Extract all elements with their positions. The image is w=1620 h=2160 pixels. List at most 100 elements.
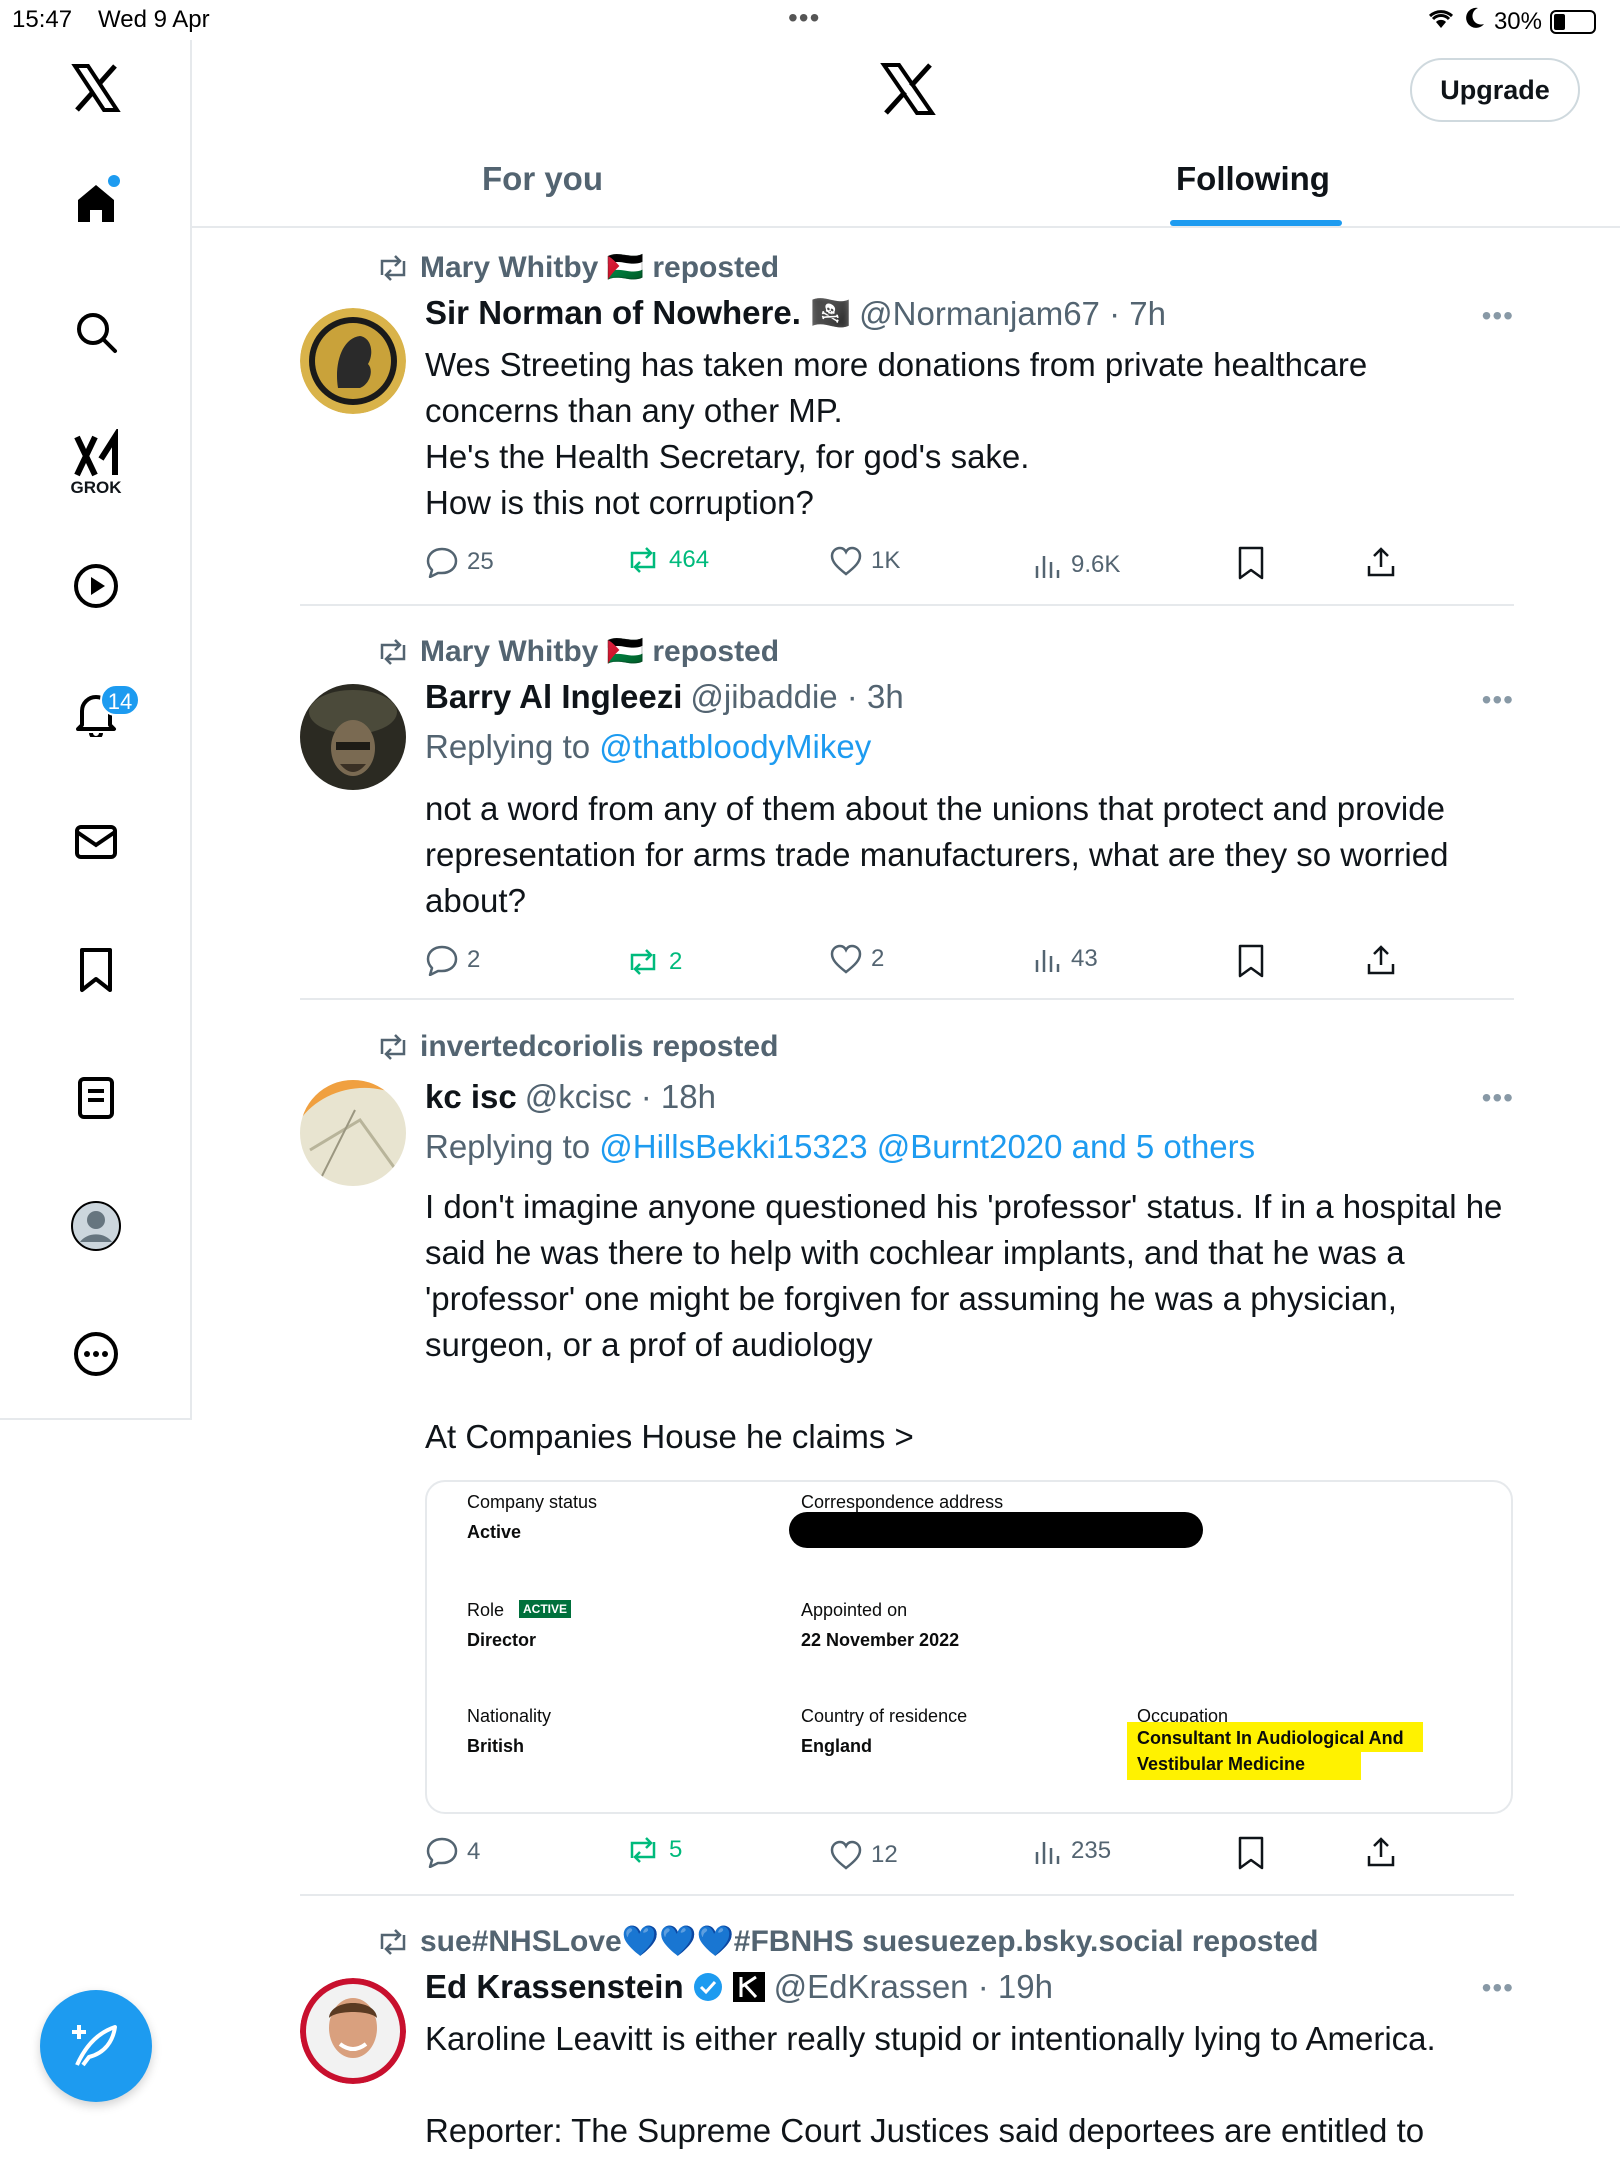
bookmark-icon: [1238, 546, 1264, 580]
tweet-text-line: Wes Streeting has taken more donations f…: [425, 346, 1368, 429]
more-options-icon[interactable]: [58, 1316, 134, 1392]
profile-avatar-icon[interactable]: [58, 1188, 134, 1264]
home-icon[interactable]: [58, 164, 134, 240]
share-button[interactable]: [1365, 546, 1397, 578]
reply-count: 2: [467, 946, 481, 973]
repost-icon: [380, 1034, 406, 1060]
tweet-text-line: At Companies House he claims >: [425, 1418, 914, 1455]
notifications-badge: 14: [100, 684, 140, 716]
tweet-1[interactable]: Mary Whitby 🇵🇸 reposted Sir Norman of No…: [300, 244, 1514, 606]
messages-envelope-icon[interactable]: [58, 804, 134, 880]
company-status-label: Company status: [467, 1492, 598, 1512]
share-button[interactable]: [1365, 944, 1397, 976]
reply-button[interactable]: 4: [425, 1836, 480, 1868]
multitasking-dots-icon[interactable]: •••: [788, 2, 820, 34]
bookmarks-icon[interactable]: [58, 932, 134, 1008]
search-icon[interactable]: [58, 294, 134, 370]
nationality-value: British: [467, 1736, 525, 1756]
author-name[interactable]: Ed Krassenstein: [425, 1968, 684, 2006]
author-handle[interactable]: @EdKrassen · 19h: [774, 1968, 1053, 2006]
more-menu-icon[interactable]: •••: [1482, 300, 1514, 332]
wifi-icon: [1426, 6, 1456, 37]
tweet-author[interactable]: Barry Al Ingleezi @jibaddie · 3h: [425, 678, 904, 716]
views-chart-icon: [1035, 1842, 1060, 1864]
tweet-3[interactable]: invertedcoriolis reposted kc isc @kcisc …: [300, 1024, 1514, 1896]
battery-icon: [1550, 9, 1596, 34]
upgrade-button[interactable]: Upgrade: [1410, 58, 1580, 122]
more-menu-icon[interactable]: •••: [1482, 1972, 1514, 2004]
redacted-address: [789, 1512, 1203, 1548]
timeline-header: Upgrade For you Following: [192, 40, 1620, 228]
author-handle[interactable]: @kcisc · 18h: [525, 1078, 716, 1116]
like-button[interactable]: 2: [829, 944, 884, 974]
bookmark-icon: [1238, 944, 1264, 978]
repost-button[interactable]: 464: [625, 546, 709, 574]
tab-following[interactable]: Following: [1176, 160, 1330, 198]
tweet-author[interactable]: Sir Norman of Nowhere. 🏴‍☠️ @Normanjam67…: [425, 294, 1166, 333]
tweet-text-line: not a word from any of them about the un…: [425, 790, 1449, 919]
repost-button[interactable]: 5: [625, 1836, 682, 1864]
tweet-text: Karoline Leavitt is either really stupid…: [425, 2016, 1510, 2154]
repost-attribution-text: Mary Whitby 🇵🇸 reposted: [420, 251, 780, 284]
compose-post-button[interactable]: [40, 1990, 152, 2102]
avatar[interactable]: [300, 1978, 406, 2084]
appointed-label: Appointed on: [801, 1600, 908, 1620]
lists-icon[interactable]: [58, 1060, 134, 1136]
tab-for-you[interactable]: For you: [482, 160, 603, 198]
replying-to: Replying to @thatbloodyMikey: [425, 728, 871, 766]
views-button[interactable]: 9.6K: [1033, 550, 1120, 580]
views-button[interactable]: 235: [1033, 1836, 1111, 1866]
author-name[interactable]: Sir Norman of Nowhere. 🏴‍☠️: [425, 294, 851, 333]
avatar[interactable]: [300, 1080, 406, 1186]
like-count: 1K: [871, 547, 901, 574]
like-count: 2: [871, 945, 885, 972]
repost-count: 464: [669, 546, 710, 573]
bookmark-button[interactable]: [1237, 944, 1265, 978]
status-time: 15:47: [12, 6, 73, 33]
bookmark-button[interactable]: [1237, 1836, 1265, 1870]
views-chart-icon: [1035, 950, 1060, 972]
tweet-text-line: How is this not corruption?: [425, 484, 814, 521]
affiliate-logo-icon: [732, 1972, 765, 2002]
status-bar: 15:47 Wed 9 Apr ••• 30%: [0, 0, 1620, 40]
repost-button[interactable]: 2: [625, 948, 682, 976]
company-status-value: Active: [467, 1522, 522, 1542]
tweet-actions: 25 464 1K 9.6K: [425, 546, 1425, 586]
x-logo-icon[interactable]: [58, 50, 134, 126]
reply-button[interactable]: 25: [425, 546, 494, 578]
reply-button[interactable]: 2: [425, 944, 480, 976]
tweet-author[interactable]: kc isc @kcisc · 18h: [425, 1078, 716, 1116]
more-menu-icon[interactable]: •••: [1482, 684, 1514, 716]
replying-to-link[interactable]: @HillsBekki15323 @Burnt2020 and 5 others: [599, 1128, 1255, 1165]
tweet-text-line: I don't imagine anyone questioned his 'p…: [425, 1188, 1503, 1363]
views-button[interactable]: 43: [1033, 944, 1098, 974]
bookmark-button[interactable]: [1237, 546, 1265, 580]
compose-feather-icon: [72, 2025, 117, 2067]
like-button[interactable]: 1K: [829, 546, 900, 576]
tweet-4[interactable]: sue#NHSLove💙💙💙#FBNHS suesuezep.bsky.soci…: [300, 1918, 1514, 2160]
author-handle[interactable]: @jibaddie · 3h: [690, 678, 903, 716]
occupation-value-line1: Consultant In Audiological And: [1137, 1728, 1404, 1748]
author-name[interactable]: Barry Al Ingleezi: [425, 678, 682, 716]
status-date: Wed 9 Apr: [98, 6, 210, 33]
battery-percent: 30%: [1493, 7, 1542, 35]
avatar[interactable]: [300, 684, 406, 790]
more-menu-icon[interactable]: •••: [1482, 1082, 1514, 1114]
avatar[interactable]: [300, 308, 406, 414]
like-button[interactable]: 12: [829, 1840, 898, 1870]
tweet-text: Wes Streeting has taken more donations f…: [425, 342, 1510, 526]
tweet-author[interactable]: Ed Krassenstein @EdKrassen · 19h: [425, 1968, 1053, 2006]
tweet-2[interactable]: Mary Whitby 🇵🇸 reposted Barry Al Ingleez…: [300, 628, 1514, 1000]
companies-house-card[interactable]: Company status Active Correspondence add…: [425, 1480, 1513, 1814]
role-value: Director: [467, 1630, 537, 1650]
share-button[interactable]: [1365, 1836, 1397, 1868]
tweet-text-line: He's the Health Secretary, for god's sak…: [425, 438, 1030, 475]
author-name[interactable]: kc isc: [425, 1078, 517, 1116]
video-play-icon[interactable]: [58, 548, 134, 624]
replying-to-link[interactable]: @thatbloodyMikey: [599, 728, 871, 765]
residence-label: Country of residence: [801, 1706, 968, 1726]
role-active-tag: ACTIVE: [519, 1600, 572, 1618]
tweet-text-line: Karoline Leavitt is either really stupid…: [425, 2020, 1436, 2057]
grok-label: GROK: [70, 478, 122, 497]
author-handle[interactable]: @Normanjam67 · 7h: [859, 295, 1166, 333]
